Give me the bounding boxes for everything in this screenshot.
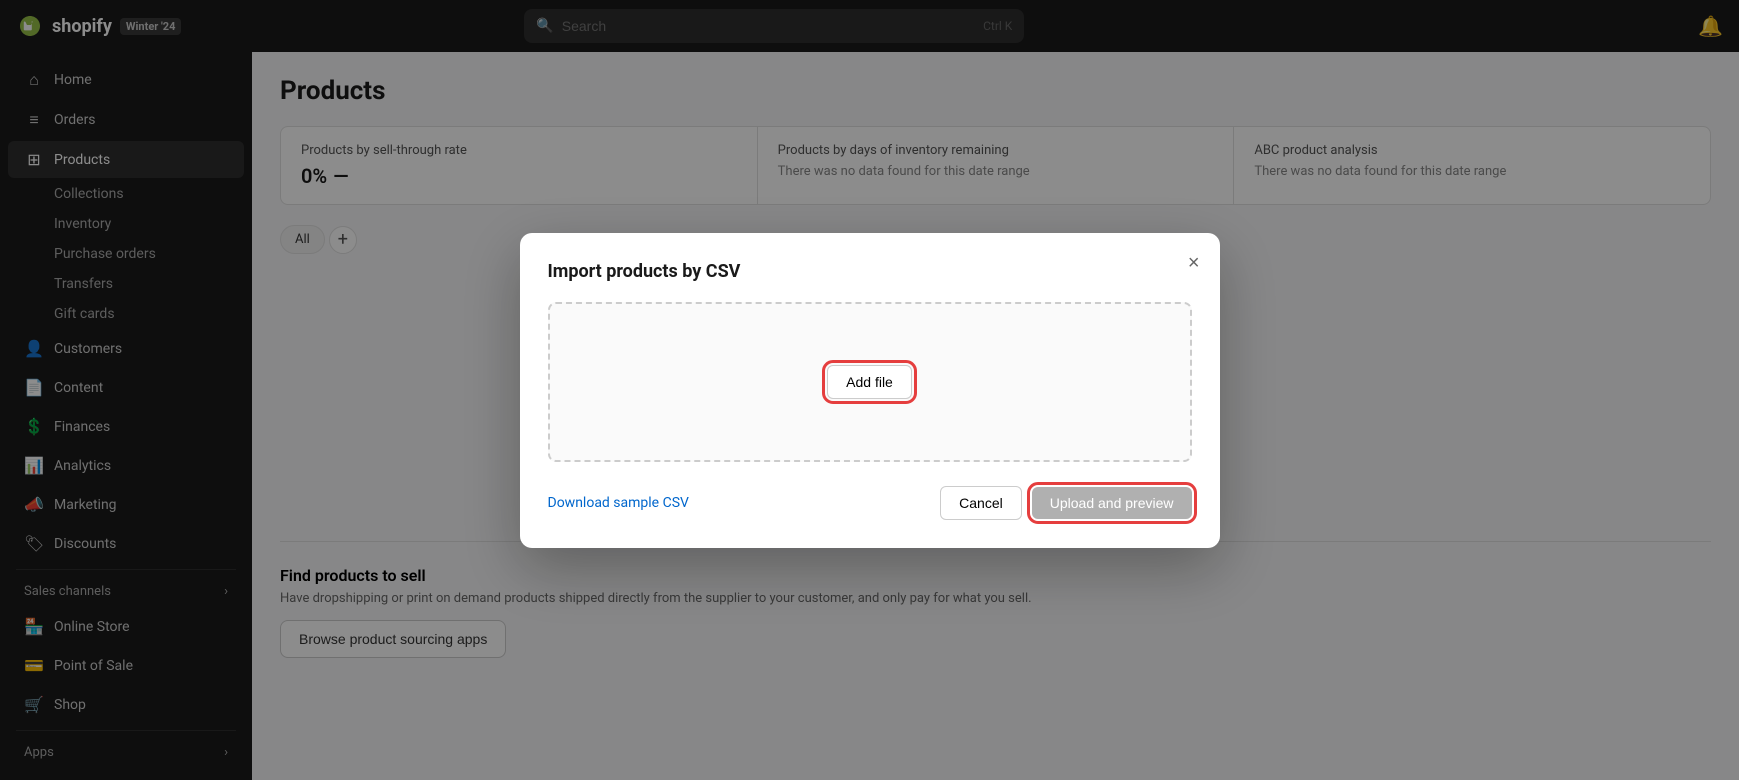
file-drop-zone[interactable]: Add file [548,302,1192,462]
modal-overlay[interactable]: Import products by CSV × Add file Downlo… [0,0,1739,780]
import-csv-modal: Import products by CSV × Add file Downlo… [520,233,1220,548]
modal-footer: Download sample CSV Cancel Upload and pr… [548,486,1192,520]
modal-title: Import products by CSV [548,261,1192,282]
modal-close-button[interactable]: × [1188,253,1200,273]
modal-action-buttons: Cancel Upload and preview [940,486,1191,520]
upload-preview-button[interactable]: Upload and preview [1032,487,1192,519]
download-csv-link[interactable]: Download sample CSV [548,495,689,511]
close-icon: × [1188,252,1200,274]
add-file-button[interactable]: Add file [827,365,912,399]
cancel-button[interactable]: Cancel [940,486,1022,520]
